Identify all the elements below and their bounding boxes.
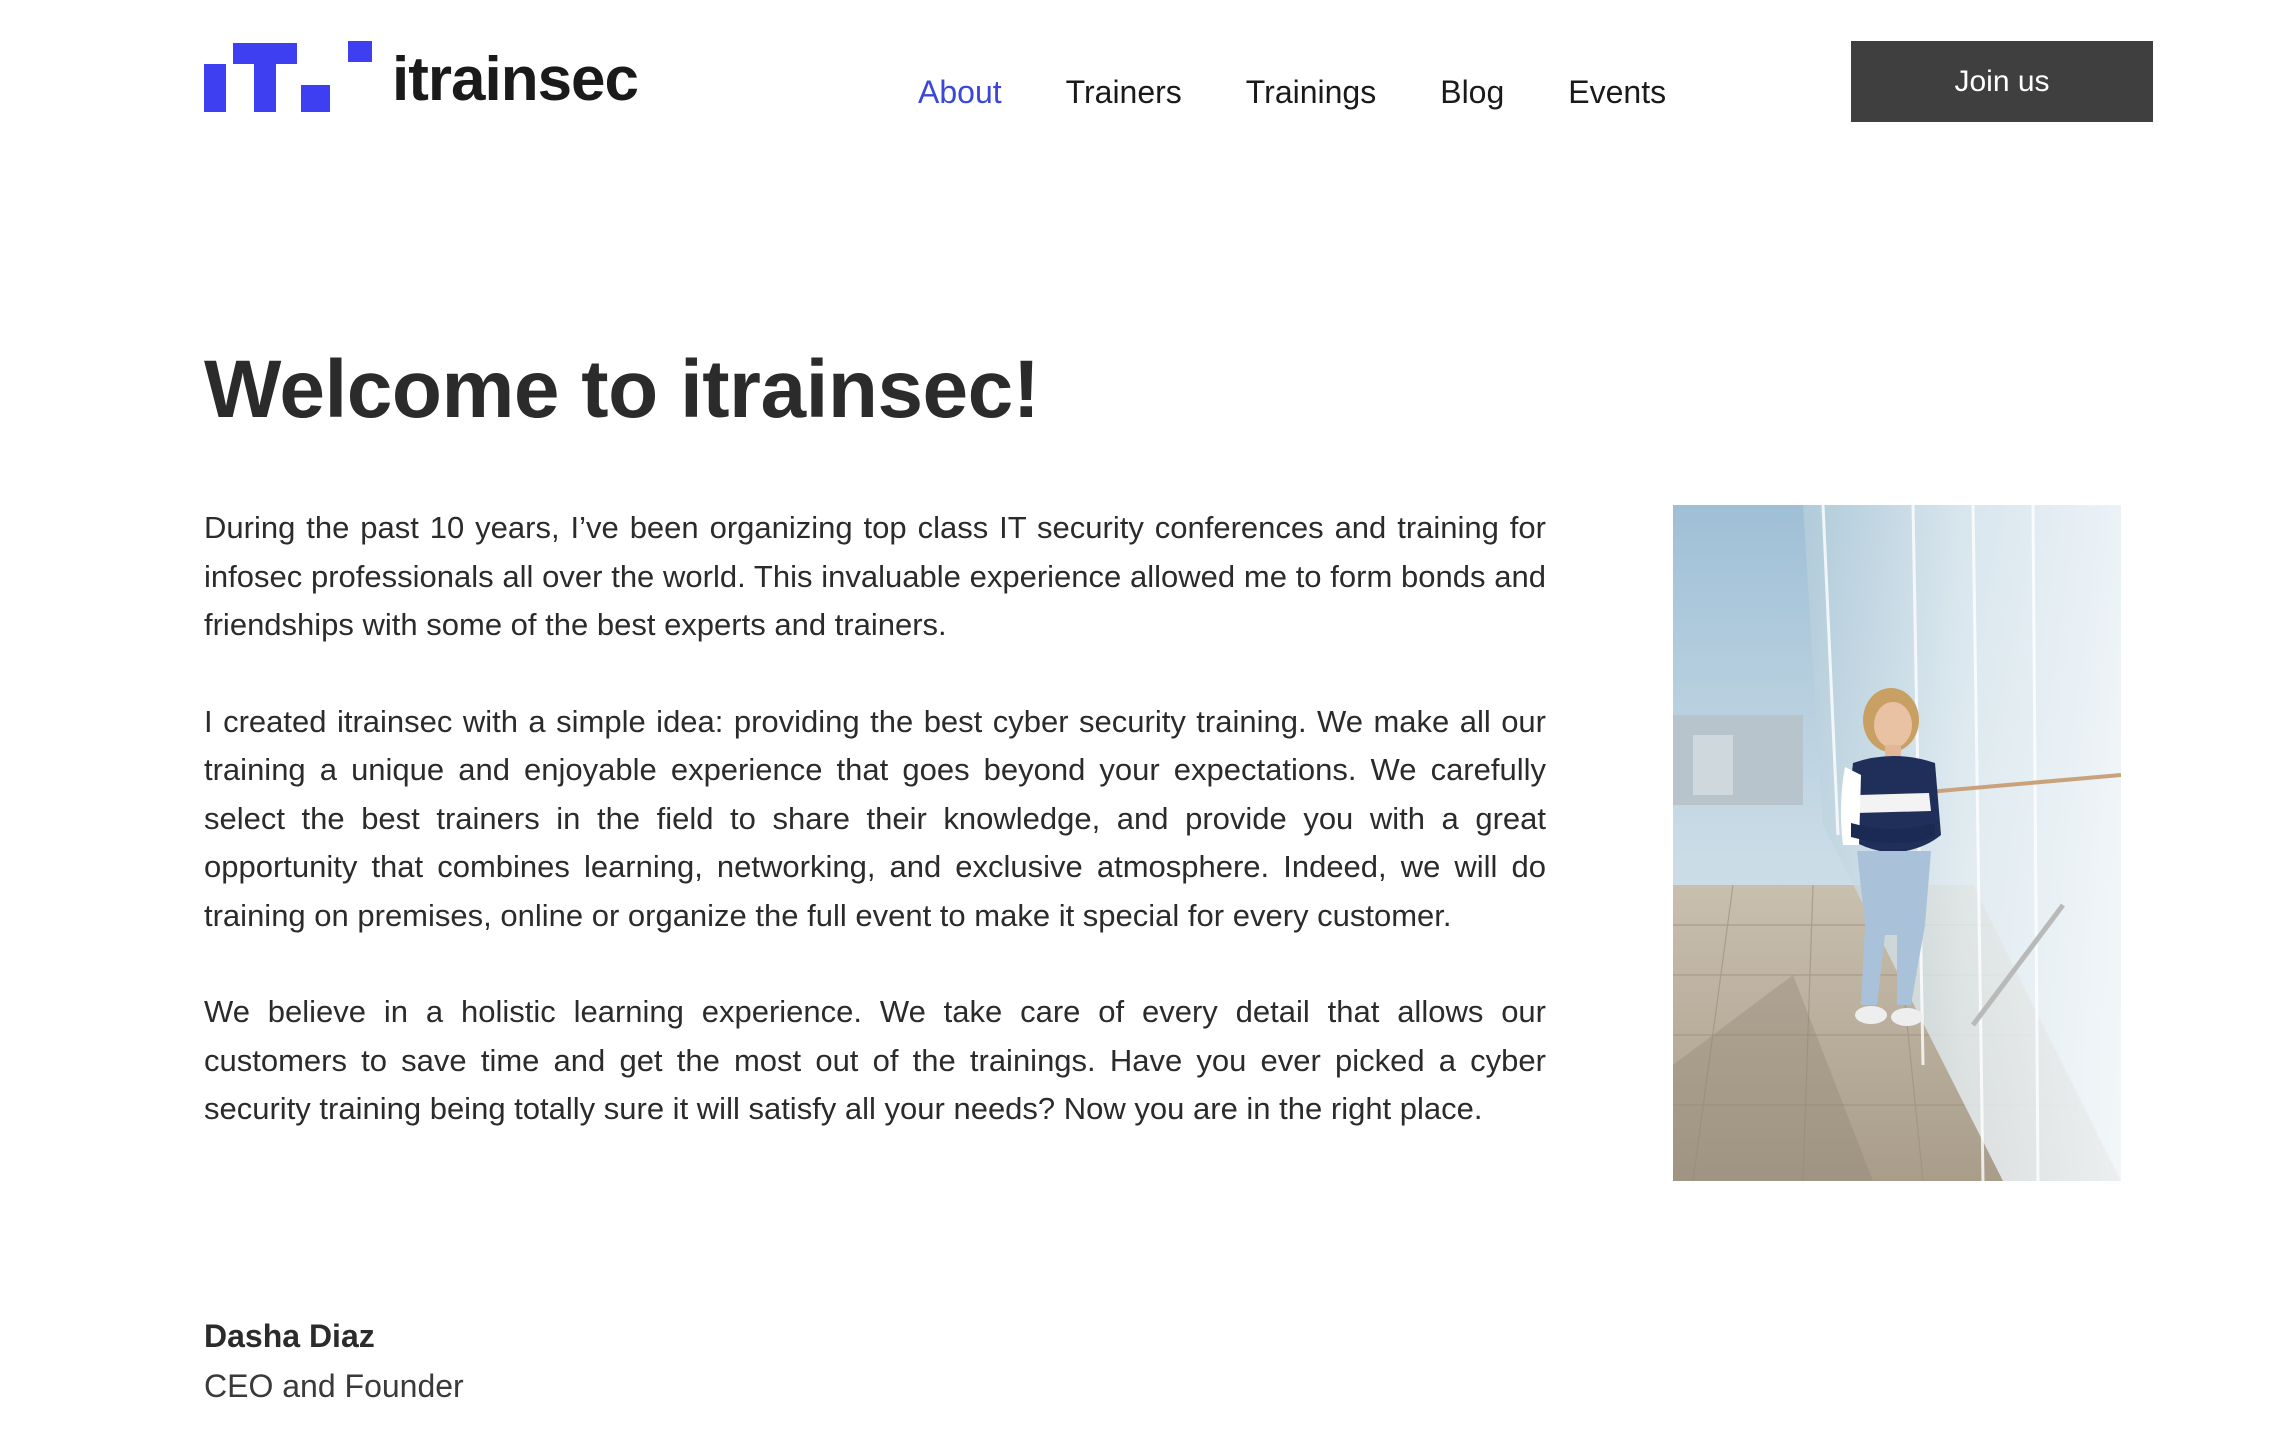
logo-wordmark: itrainsec <box>392 45 639 114</box>
about-page: itrainsec About Trainers Trainings Blog … <box>0 0 2273 1436</box>
main-nav: About Trainers Trainings Blog Events <box>918 68 1666 116</box>
nav-blog[interactable]: Blog <box>1440 68 1504 116</box>
intro-text: During the past 10 years, I’ve been orga… <box>204 504 1546 1182</box>
founder-photo <box>1673 505 2121 1181</box>
page-title: Welcome to itrainsec! <box>204 344 1040 435</box>
nav-events[interactable]: Events <box>1568 68 1666 116</box>
logo-mark-icon <box>204 41 372 112</box>
intro-paragraph: I created itrainsec with a simple idea: … <box>204 703 1546 933</box>
logo-link[interactable]: itrainsec <box>204 40 639 114</box>
signature: Dasha Diaz CEO and Founder <box>204 1312 464 1412</box>
founder-role: CEO and Founder <box>204 1368 464 1404</box>
intro-paragraph: We believe in a holistic learning experi… <box>204 994 1546 1126</box>
join-us-button[interactable]: Join us <box>1851 41 2153 122</box>
intro-paragraph: During the past 10 years, I’ve been orga… <box>204 510 1546 642</box>
founder-name: Dasha Diaz <box>204 1318 375 1354</box>
nav-trainers[interactable]: Trainers <box>1066 68 1182 116</box>
nav-about[interactable]: About <box>918 68 1002 116</box>
nav-trainings[interactable]: Trainings <box>1246 68 1376 116</box>
